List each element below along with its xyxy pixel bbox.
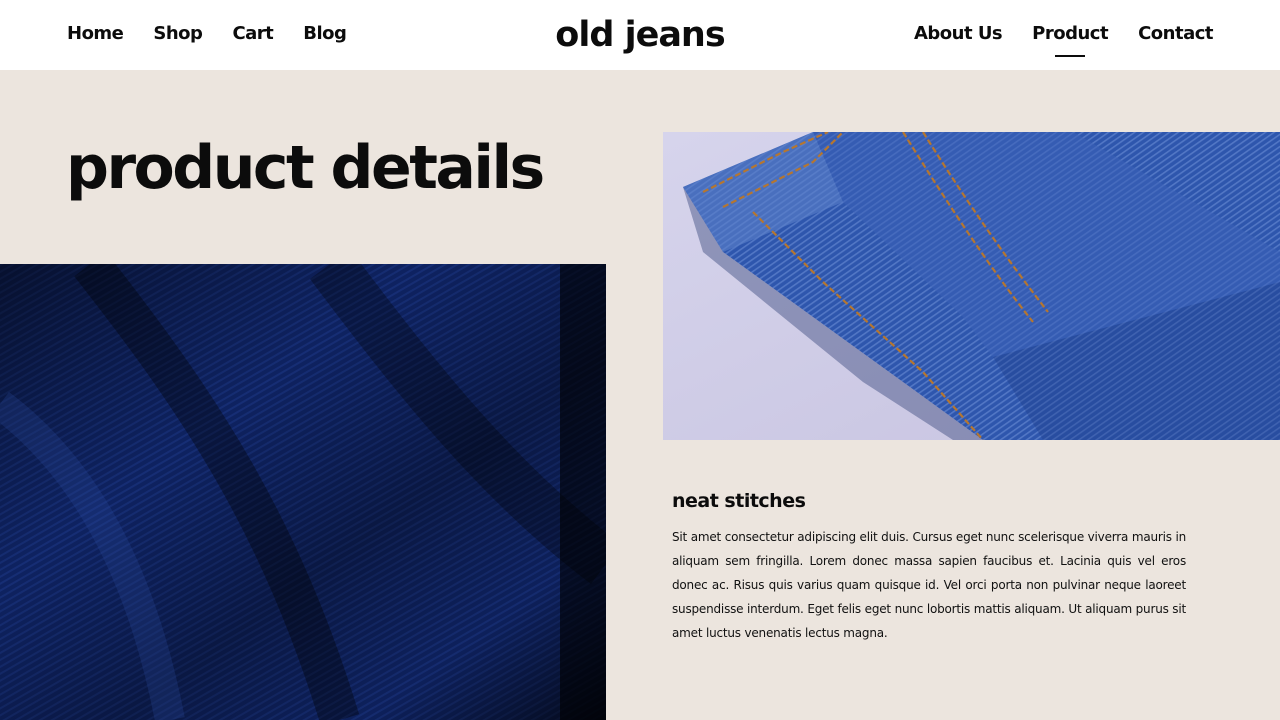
nav-contact-link[interactable]: Contact	[1138, 22, 1213, 46]
feature-description: Sit amet consectetur adipiscing elit dui…	[672, 530, 1186, 640]
denim-fabric-image	[0, 264, 606, 720]
jeans-hem-image	[663, 132, 1280, 440]
page-title: product details	[66, 133, 545, 203]
feature-title: neat stitches	[672, 490, 806, 512]
nav-about-us-link[interactable]: About Us	[914, 22, 1003, 46]
nav-product-link[interactable]: Product	[1032, 22, 1108, 46]
site-header: Home Shop Cart Blog old jeans About Us P…	[0, 0, 1280, 70]
jeans-hem-photo	[663, 132, 1280, 440]
secondary-nav: About Us Product Contact	[914, 22, 1214, 46]
denim-fabric-photo	[0, 264, 606, 720]
